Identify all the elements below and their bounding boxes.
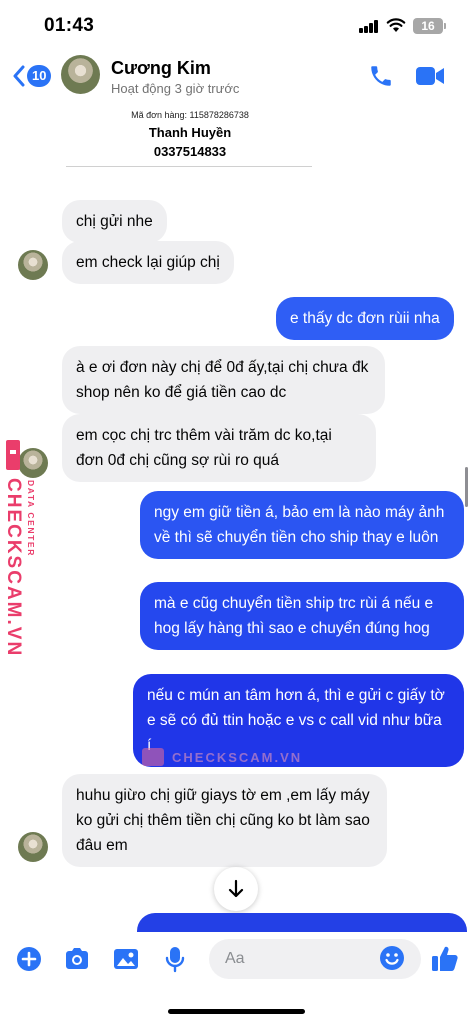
watermark-vertical: CHECKSCAM.VN DATA CENTER — [0, 440, 40, 657]
cellular-signal-icon — [359, 20, 379, 33]
card-divider — [66, 166, 312, 167]
home-indicator[interactable] — [168, 1009, 305, 1014]
watermark-logo-icon — [6, 440, 20, 470]
plus-icon[interactable] — [15, 945, 43, 973]
outgoing-message-partial[interactable] — [137, 913, 467, 932]
emoji-icon[interactable] — [378, 944, 406, 972]
arrow-down-icon — [228, 879, 244, 898]
thumbs-up-icon[interactable] — [430, 943, 460, 973]
scrollbar[interactable] — [465, 467, 468, 507]
outgoing-message[interactable]: e thấy dc đơn rùii nha — [276, 297, 454, 340]
message-list[interactable]: Mã đơn hàng: 115878286738 Thanh Huyền 03… — [0, 102, 473, 932]
message-composer: Aa — [0, 932, 473, 992]
sender-avatar[interactable] — [18, 832, 48, 862]
watermark-center: CHECKSCAM.VN — [142, 748, 302, 766]
contact-name[interactable]: Cương Kim — [111, 58, 211, 79]
message-input-placeholder: Aa — [225, 950, 245, 967]
incoming-message[interactable]: chị gửi nhe — [62, 200, 167, 243]
order-recipient-name: Thanh Huyền — [148, 125, 232, 140]
gallery-icon[interactable] — [112, 945, 140, 973]
watermark-center-text: CHECKSCAM.VN — [172, 749, 303, 765]
phone-call-icon[interactable] — [368, 63, 394, 89]
battery-tip — [444, 23, 446, 29]
incoming-message[interactable]: huhu giừo chị giữ giays tờ em ,em lấy má… — [62, 774, 387, 867]
incoming-message[interactable]: em check lại giúp chị — [62, 241, 234, 284]
incoming-message[interactable]: em cọc chị trc thêm vài trăm dc ko,tại đ… — [62, 414, 376, 482]
chat-header: 10 Cương Kim Hoạt động 3 giờ trước — [0, 50, 473, 102]
battery-icon: 16 — [413, 18, 443, 34]
watermark-center-logo-icon — [142, 748, 164, 766]
order-recipient-phone: 0337514833 — [153, 144, 227, 159]
sender-avatar[interactable] — [18, 250, 48, 280]
camera-icon[interactable] — [63, 945, 91, 973]
wifi-icon — [386, 18, 406, 32]
back-button[interactable]: 10 — [12, 63, 52, 89]
video-call-icon[interactable] — [415, 65, 445, 87]
outgoing-message[interactable]: mà e cũg chuyển tiền ship trc rùi á nếu … — [140, 582, 464, 650]
order-code: Mã đơn hàng: 115878286738 — [131, 110, 249, 120]
unread-count-badge: 10 — [27, 65, 52, 87]
microphone-icon[interactable] — [161, 945, 189, 973]
status-time: 01:43 — [44, 15, 95, 36]
watermark-sub: DATA CENTER — [26, 480, 36, 557]
scroll-to-bottom-button[interactable] — [214, 867, 258, 911]
contact-status: Hoạt động 3 giờ trước — [111, 81, 240, 96]
incoming-message[interactable]: à e ơi đơn này chị để 0đ ấy,tại chị chưa… — [62, 346, 385, 414]
chevron-left-icon — [13, 65, 25, 87]
watermark-brand: CHECKSCAM.VN — [3, 478, 24, 658]
contact-avatar[interactable] — [61, 55, 100, 94]
status-bar: 01:43 16 — [0, 0, 473, 50]
shared-order-card[interactable]: Mã đơn hàng: 115878286738 Thanh Huyền 03… — [70, 102, 310, 176]
outgoing-message[interactable]: ngy em giữ tiền á, bảo em là nào máy ảnh… — [140, 491, 464, 559]
